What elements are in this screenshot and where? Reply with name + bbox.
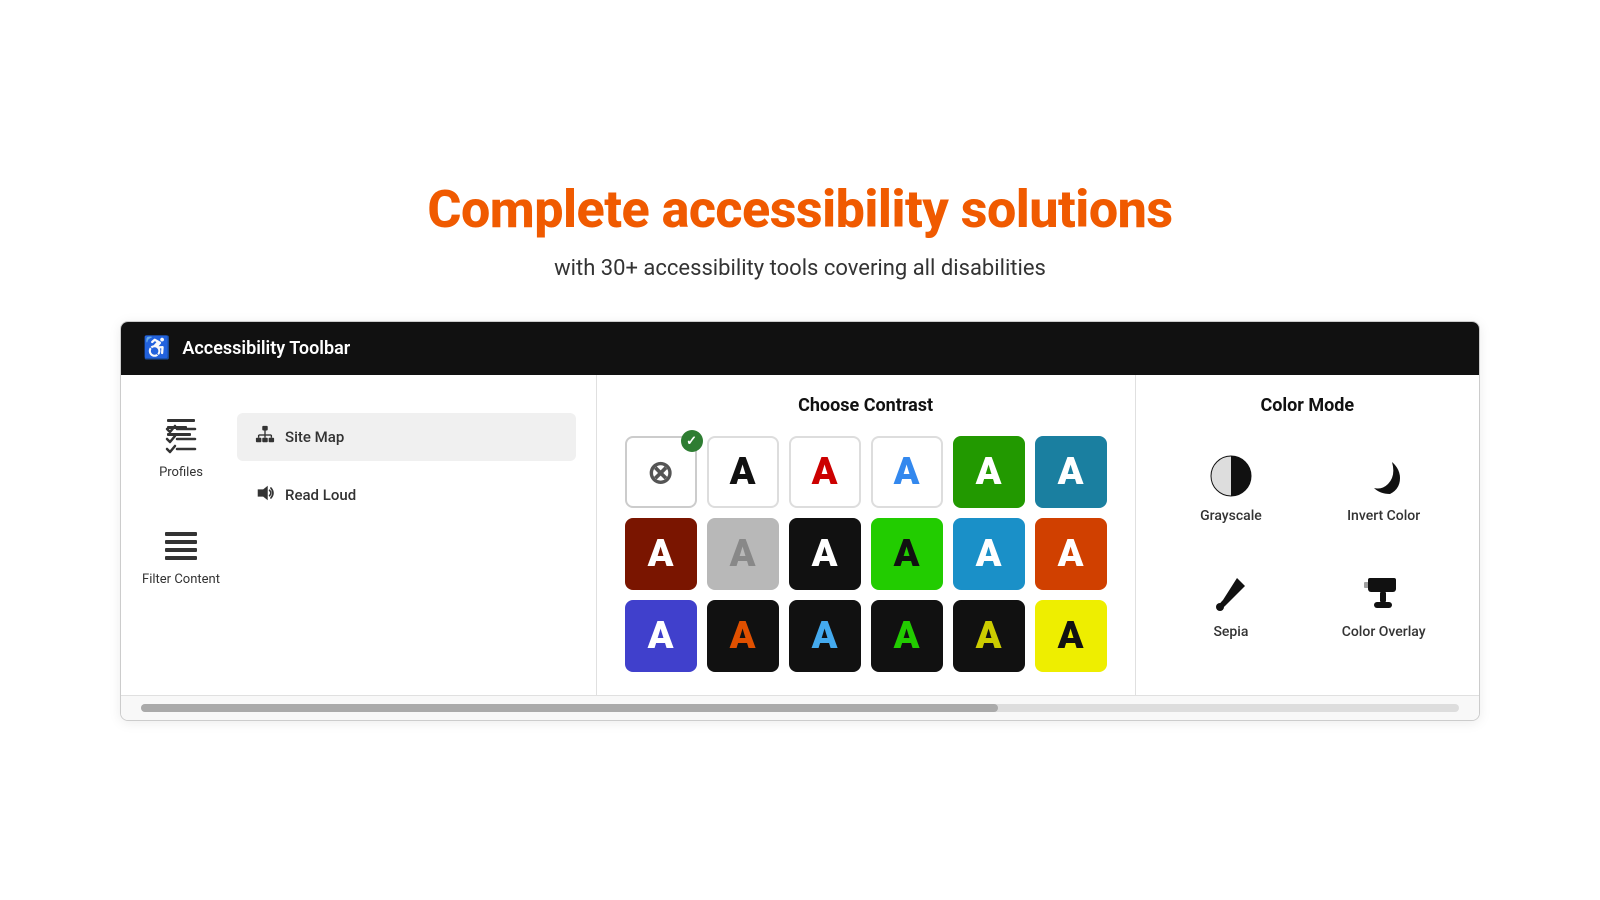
letter-a: A <box>730 450 756 494</box>
speaker-icon <box>255 483 275 507</box>
read-loud-label: Read Loud <box>285 486 356 504</box>
letter-a: A <box>894 450 920 494</box>
letter-a: A <box>894 532 920 576</box>
letter-a: A <box>1058 450 1084 494</box>
contrast-btn-row3-2[interactable]: A <box>707 600 779 672</box>
contrast-btn-row3-6[interactable]: A <box>1035 600 1107 672</box>
letter-a: A <box>894 614 920 658</box>
letter-a: A <box>648 614 674 658</box>
left-menu: Site Map Read Loud <box>237 403 576 519</box>
letter-a: A <box>730 614 756 658</box>
sitemap-icon <box>255 425 275 449</box>
color-mode-title: Color Mode <box>1260 395 1354 416</box>
letter-a: A <box>1058 532 1084 576</box>
color-mode-grid: Grayscale Invert Color <box>1160 436 1455 658</box>
letter-a: A <box>648 532 674 576</box>
filter-icon <box>163 528 199 564</box>
contrast-btn-row2-6[interactable]: A <box>1035 518 1107 590</box>
scrollbar-row <box>121 695 1479 720</box>
check-badge: ✓ <box>681 430 703 452</box>
letter-a: A <box>812 614 838 658</box>
letter-a: A <box>976 532 1002 576</box>
toolbar-container: ♿ Accessibility Toolbar <box>120 321 1480 721</box>
read-loud-menu-item[interactable]: Read Loud <box>237 471 576 519</box>
profiles-btn[interactable]: Profiles <box>141 413 221 480</box>
contrast-btn-row2-3[interactable]: A <box>789 518 861 590</box>
left-panel: Profiles Filter Content <box>121 375 597 695</box>
x-circle-icon: ⊗ <box>647 453 674 491</box>
page-container: Complete accessibility solutions with 30… <box>0 139 1600 761</box>
profiles-label: Profiles <box>159 465 203 480</box>
contrast-title: Choose Contrast <box>798 395 933 416</box>
toolbar-body: Profiles Filter Content <box>121 375 1479 695</box>
site-map-menu-item[interactable]: Site Map <box>237 413 576 461</box>
contrast-btn-default[interactable]: ⊗ ✓ <box>625 436 697 508</box>
contrast-btn-row2-2[interactable]: A <box>707 518 779 590</box>
scrollbar-track[interactable] <box>141 704 1459 712</box>
filter-content-btn[interactable]: Filter Content <box>141 528 221 587</box>
site-map-label: Site Map <box>285 428 344 446</box>
subtitle: with 30+ accessibility tools covering al… <box>554 256 1046 281</box>
letter-a: A <box>976 614 1002 658</box>
main-title: Complete accessibility solutions <box>427 179 1172 240</box>
contrast-btn-row2-1[interactable]: A <box>625 518 697 590</box>
filter-label: Filter Content <box>142 572 220 587</box>
left-icons: Profiles Filter Content <box>141 403 221 587</box>
letter-a: A <box>812 450 838 494</box>
profiles-list-icon <box>163 421 199 457</box>
contrast-btn-row2-5[interactable]: A <box>953 518 1025 590</box>
contrast-btn-row3-3[interactable]: A <box>789 600 861 672</box>
invert-color-label: Invert Color <box>1347 508 1420 524</box>
grayscale-btn[interactable]: Grayscale <box>1160 436 1303 542</box>
contrast-btn-teal[interactable]: A <box>1035 436 1107 508</box>
invert-icon <box>1362 454 1406 498</box>
center-panel: Choose Contrast ⊗ ✓ A A A <box>597 375 1136 695</box>
sepia-label: Sepia <box>1213 624 1248 640</box>
contrast-btn-row2-4[interactable]: A <box>871 518 943 590</box>
letter-a: A <box>1058 614 1084 658</box>
contrast-btn-red[interactable]: A <box>789 436 861 508</box>
letter-a: A <box>976 450 1002 494</box>
toolbar-header-label: Accessibility Toolbar <box>182 338 350 359</box>
invert-color-btn[interactable]: Invert Color <box>1312 436 1455 542</box>
contrast-btn-dark[interactable]: A <box>707 436 779 508</box>
toolbar-header: ♿ Accessibility Toolbar <box>121 322 1479 375</box>
right-panel: Color Mode Grayscale <box>1136 375 1479 695</box>
accessibility-icon: ♿ <box>143 336 170 361</box>
scrollbar-thumb[interactable] <box>141 704 998 712</box>
sepia-icon <box>1209 570 1253 614</box>
contrast-btn-row3-4[interactable]: A <box>871 600 943 672</box>
contrast-btn-row3-5[interactable]: A <box>953 600 1025 672</box>
contrast-btn-green[interactable]: A <box>953 436 1025 508</box>
letter-a: A <box>812 532 838 576</box>
sepia-btn[interactable]: Sepia <box>1160 552 1303 658</box>
contrast-grid: ⊗ ✓ A A A A A <box>625 436 1107 672</box>
contrast-btn-blue[interactable]: A <box>871 436 943 508</box>
grayscale-icon <box>1209 454 1253 498</box>
grayscale-label: Grayscale <box>1200 508 1262 524</box>
letter-a: A <box>730 532 756 576</box>
color-overlay-label: Color Overlay <box>1342 624 1426 640</box>
color-overlay-btn[interactable]: Color Overlay <box>1312 552 1455 658</box>
contrast-btn-row3-1[interactable]: A <box>625 600 697 672</box>
overlay-icon <box>1362 570 1406 614</box>
